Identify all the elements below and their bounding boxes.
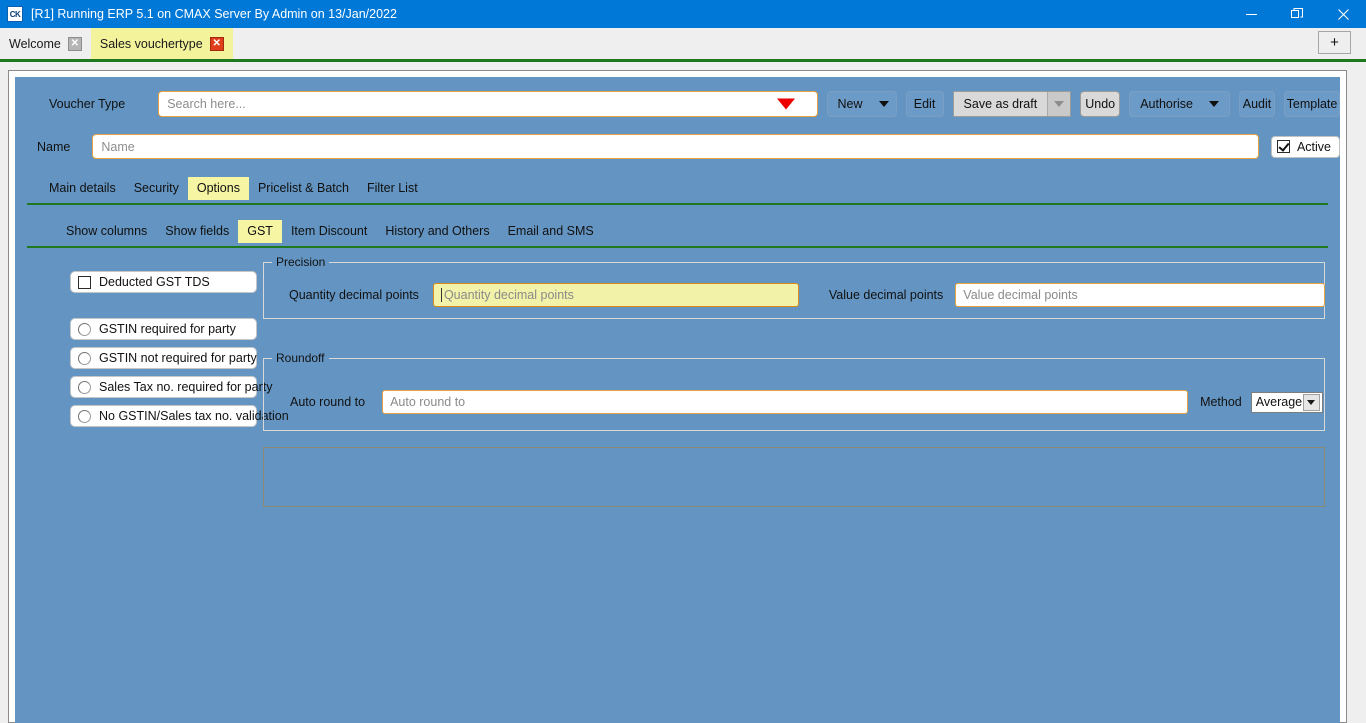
active-label: Active <box>1296 139 1331 154</box>
template-button[interactable]: Template <box>1284 91 1340 117</box>
new-button[interactable]: New <box>826 91 897 117</box>
checkbox-checked-icon <box>1276 140 1290 153</box>
app-logo-icon: CK <box>7 6 23 22</box>
undo-button[interactable]: Undo <box>1080 91 1121 117</box>
audit-button[interactable]: Audit <box>1239 91 1275 117</box>
name-row: Name Name Active <box>15 134 1340 159</box>
tab-show-fields[interactable]: Show fields <box>156 220 238 243</box>
name-placeholder: Name <box>101 139 135 154</box>
method-label: Method <box>1200 395 1242 409</box>
precision-group-title: Precision <box>272 255 330 269</box>
voucher-type-label: Voucher Type <box>49 97 126 111</box>
primary-tab-divider <box>27 203 1328 205</box>
precision-fields-row: Quantity decimal points Quantity decimal… <box>265 283 1325 307</box>
new-tab-button[interactable]: + <box>1318 31 1351 54</box>
value-decimal-points-label: Value decimal points <box>828 288 944 302</box>
workspace: Voucher Type Search here... New Edit Sav… <box>0 62 1366 723</box>
value-decimal-points-input[interactable]: Value decimal points <box>955 283 1325 307</box>
roundoff-fields-row: Auto round to Auto round to Method Avera… <box>265 390 1325 414</box>
voucher-type-search-input[interactable]: Search here... <box>158 91 818 117</box>
quantity-decimal-points-placeholder: Quantity decimal points <box>443 288 574 302</box>
window-controls <box>1228 0 1366 28</box>
roundoff-group: Roundoff Auto round to Auto round to Met… <box>263 351 1325 431</box>
chevron-down-icon[interactable] <box>1302 393 1320 411</box>
radio-gstin-not-required[interactable]: GSTIN not required for party <box>70 347 257 369</box>
quantity-decimal-points-label: Quantity decimal points <box>289 288 419 302</box>
name-input[interactable]: Name <box>92 134 1259 159</box>
radio-icon <box>78 351 91 365</box>
radio-label: GSTIN required for party <box>99 322 236 336</box>
auto-round-to-input[interactable]: Auto round to <box>382 390 1189 414</box>
tab-gst[interactable]: GST <box>238 220 282 243</box>
radio-label: GSTIN not required for party <box>99 351 257 365</box>
dropdown-arrow-icon[interactable] <box>776 98 795 110</box>
tab-security[interactable]: Security <box>125 177 188 200</box>
tab-show-columns[interactable]: Show columns <box>57 220 156 243</box>
close-icon[interactable]: ✕ <box>67 36 82 51</box>
gst-settings-body: Deducted GST TDS GSTIN required for part… <box>15 248 1340 628</box>
chevron-down-icon <box>1209 101 1219 107</box>
doc-tab-label: Welcome <box>9 36 61 51</box>
radio-icon <box>78 380 91 394</box>
chevron-down-icon <box>1054 101 1065 107</box>
method-selected-value: Average <box>1255 395 1303 409</box>
value-decimal-points-placeholder: Value decimal points <box>963 288 1078 302</box>
tab-email-and-sms[interactable]: Email and SMS <box>499 220 603 243</box>
tab-pricelist-and-batch[interactable]: Pricelist & Batch <box>249 177 358 200</box>
authorise-button-label: Authorise <box>1140 97 1193 111</box>
voucher-type-placeholder: Search here... <box>167 97 246 111</box>
radio-gstin-required[interactable]: GSTIN required for party <box>70 318 257 340</box>
save-as-draft-button[interactable]: Save as draft <box>953 92 1048 116</box>
save-as-draft-dropdown-button[interactable] <box>1047 92 1071 116</box>
radio-label: Sales Tax no. required for party <box>99 380 273 394</box>
active-checkbox[interactable]: Active <box>1270 135 1340 158</box>
doc-tab-label: Sales vouchertype <box>99 36 203 51</box>
lower-empty-panel <box>263 447 1325 507</box>
tab-options[interactable]: Options <box>187 177 249 200</box>
save-as-draft-split-button[interactable]: Save as draft <box>952 91 1072 117</box>
window-title: [R1] Running ERP 5.1 on CMAX Server By A… <box>31 7 397 21</box>
radio-label: No GSTIN/Sales tax no. validation <box>99 409 289 423</box>
tab-filter-list[interactable]: Filter List <box>358 177 427 200</box>
checkbox-icon <box>78 275 91 289</box>
window-title-bar: CK [R1] Running ERP 5.1 on CMAX Server B… <box>0 0 1366 28</box>
caret-shape <box>1307 399 1316 405</box>
voucher-type-row: Voucher Type Search here... New Edit Sav… <box>15 91 1340 117</box>
tab-strip-spacer <box>233 28 1318 59</box>
deducted-gst-tds-checkbox[interactable]: Deducted GST TDS <box>70 271 257 293</box>
authorise-button[interactable]: Authorise <box>1129 91 1230 117</box>
roundoff-group-title: Roundoff <box>272 351 329 365</box>
doc-tab-welcome[interactable]: Welcome ✕ <box>0 28 91 59</box>
radio-icon <box>78 409 91 423</box>
secondary-tab-bar: Show columns Show fields GST Item Discou… <box>15 220 1340 243</box>
quantity-decimal-points-input[interactable]: Quantity decimal points <box>432 283 799 307</box>
doc-tab-sales-vouchertype[interactable]: Sales vouchertype ✕ <box>90 28 233 59</box>
voucher-type-form: Voucher Type Search here... New Edit Sav… <box>15 77 1340 723</box>
minimize-icon[interactable] <box>1228 0 1274 28</box>
new-button-label: New <box>837 97 863 111</box>
radio-sales-tax-required[interactable]: Sales Tax no. required for party <box>70 376 272 398</box>
restore-icon[interactable] <box>1274 0 1320 28</box>
close-icon[interactable] <box>1320 0 1366 28</box>
precision-group: Precision Quantity decimal points Quanti… <box>263 255 1325 319</box>
chevron-down-icon <box>878 101 889 107</box>
edit-button[interactable]: Edit <box>905 91 944 117</box>
radio-icon <box>78 322 91 336</box>
close-icon[interactable]: ✕ <box>209 36 224 51</box>
method-select[interactable]: Average <box>1250 391 1323 413</box>
radio-no-validation[interactable]: No GSTIN/Sales tax no. validation <box>70 405 289 427</box>
name-label: Name <box>37 139 71 154</box>
tab-main-details[interactable]: Main details <box>40 177 125 200</box>
auto-round-to-label: Auto round to <box>290 395 366 409</box>
tab-history-and-others[interactable]: History and Others <box>376 220 498 243</box>
deducted-gst-tds-label: Deducted GST TDS <box>99 275 210 289</box>
tab-item-discount[interactable]: Item Discount <box>282 220 376 243</box>
document-tab-strip: Welcome ✕ Sales vouchertype ✕ + <box>0 28 1366 59</box>
primary-tab-bar: Main details Security Options Pricelist … <box>15 177 1340 200</box>
form-outer-frame: Voucher Type Search here... New Edit Sav… <box>8 70 1347 723</box>
gst-options-column: Deducted GST TDS GSTIN required for part… <box>70 271 289 427</box>
auto-round-to-placeholder: Auto round to <box>390 395 466 409</box>
